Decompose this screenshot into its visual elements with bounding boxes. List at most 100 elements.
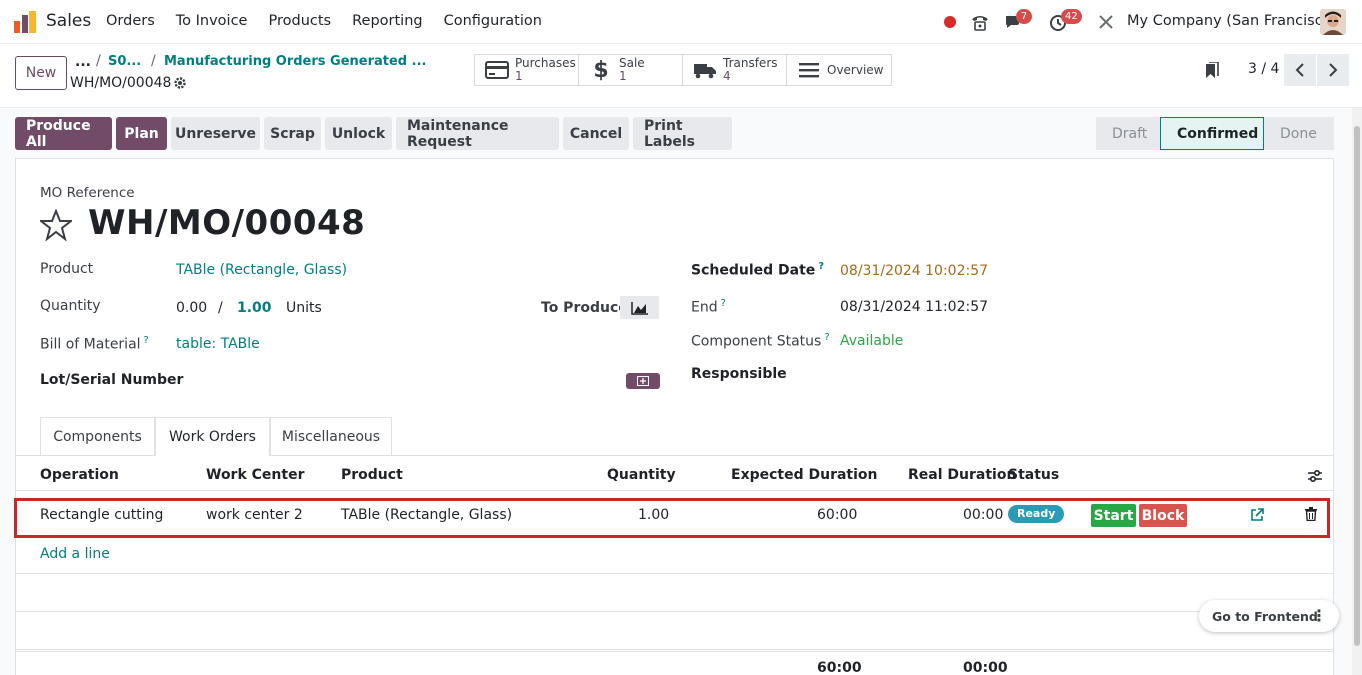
plus-square-icon: [637, 376, 649, 386]
stage-confirmed[interactable]: Confirmed: [1160, 117, 1264, 150]
kebab-menu-icon[interactable]: ⋮: [1311, 608, 1327, 624]
overview-smart-button[interactable]: Overview: [787, 55, 891, 85]
component-status-value: Available: [840, 333, 904, 349]
cancel-button[interactable]: Cancel: [563, 117, 629, 150]
column-status[interactable]: Status: [1008, 467, 1059, 483]
star-icon[interactable]: [40, 209, 72, 241]
scheduled-date-label: Scheduled Date?: [691, 261, 825, 279]
menu-products[interactable]: Products: [268, 13, 331, 29]
top-navbar: Sales Orders To Invoice Products Reporti…: [0, 0, 1362, 44]
company-switcher[interactable]: My Company (San Francisco): [1127, 13, 1337, 29]
form-sheet: MO Reference WH/MO/00048 Product TABle (…: [14, 158, 1334, 675]
new-button[interactable]: New: [15, 56, 67, 90]
tools-icon[interactable]: [1096, 12, 1116, 32]
breadcrumb-mo-list[interactable]: Manufacturing Orders Generated ...: [164, 54, 426, 69]
menu-reporting[interactable]: Reporting: [352, 13, 423, 29]
control-panel: New ... / S0... / Manufacturing Orders G…: [0, 44, 1362, 108]
responsible-label: Responsible: [691, 366, 787, 382]
scrap-button[interactable]: Scrap: [264, 117, 321, 150]
mo-title: WH/MO/00048: [88, 203, 366, 243]
activity-count-badge: 42: [1061, 9, 1082, 24]
app-name[interactable]: Sales: [46, 11, 91, 31]
block-button[interactable]: Block: [1139, 504, 1187, 527]
footer-divider: [16, 651, 1333, 652]
print-labels-button[interactable]: Print Labels: [633, 117, 732, 150]
row-work-center[interactable]: work center 2: [206, 507, 303, 523]
bookmark-icon[interactable]: [1205, 62, 1219, 80]
quantity-separator: /: [218, 300, 223, 316]
lot-serial-label: Lot/Serial Number: [40, 372, 184, 388]
gear-icon[interactable]: [173, 76, 187, 90]
sale-label: Sale: [619, 56, 645, 70]
row-quantity[interactable]: 1.00: [638, 507, 669, 523]
phone-icon[interactable]: [970, 12, 990, 32]
column-expected-duration[interactable]: Expected Duration: [731, 467, 878, 483]
main-menu: Orders To Invoice Products Reporting Con…: [106, 13, 563, 29]
add-line-link[interactable]: Add a line: [40, 546, 110, 562]
quantity-label: Quantity: [40, 298, 101, 314]
column-work-center[interactable]: Work Center: [206, 467, 304, 483]
column-operation[interactable]: Operation: [40, 467, 119, 483]
purchases-smart-button[interactable]: Purchases 1: [475, 55, 579, 85]
product-label: Product: [40, 261, 94, 277]
column-quantity[interactable]: Quantity: [607, 467, 676, 483]
tab-miscellaneous[interactable]: Miscellaneous: [270, 417, 392, 455]
row-expected-duration[interactable]: 60:00: [817, 507, 857, 523]
bom-label: Bill of Material?: [40, 335, 149, 353]
menu-to-invoice[interactable]: To Invoice: [176, 13, 248, 29]
scheduled-date-value[interactable]: 08/31/2024 10:02:57: [840, 263, 988, 279]
external-link-icon[interactable]: [1250, 508, 1264, 522]
unreserve-button[interactable]: Unreserve: [171, 117, 260, 150]
sales-app-icon[interactable]: [14, 11, 36, 33]
sale-count: 1: [619, 69, 627, 83]
produce-all-button[interactable]: Produce All: [15, 117, 112, 150]
column-product[interactable]: Product: [341, 467, 403, 483]
tab-work-orders[interactable]: Work Orders: [155, 417, 270, 456]
end-label: End?: [691, 298, 726, 316]
column-real-duration[interactable]: Real Duration: [908, 467, 1016, 483]
transfers-label: Transfers: [723, 56, 778, 70]
product-link[interactable]: TABle (Rectangle, Glass): [176, 262, 347, 278]
sale-smart-button[interactable]: $ Sale 1: [579, 55, 683, 85]
quantity-produced[interactable]: 0.00: [176, 300, 207, 316]
quantity-total[interactable]: 1.00: [237, 300, 272, 316]
chat-count-badge: 7: [1016, 9, 1032, 24]
pager-value[interactable]: 3 / 4: [1248, 61, 1279, 77]
transfers-count: 4: [723, 69, 731, 83]
chevron-right-icon: [1329, 63, 1338, 77]
maintenance-request-button[interactable]: Maintenance Request: [396, 117, 559, 150]
breadcrumb-sale-order[interactable]: S0...: [108, 54, 141, 69]
end-date-value[interactable]: 08/31/2024 11:02:57: [840, 299, 988, 315]
start-button[interactable]: Start: [1091, 504, 1136, 527]
bom-link[interactable]: table: TABle: [176, 336, 260, 352]
row-divider: [16, 649, 1333, 650]
trash-icon[interactable]: [1305, 507, 1317, 521]
stage-done[interactable]: Done: [1264, 117, 1334, 150]
add-lot-button[interactable]: [626, 373, 660, 389]
menu-orders[interactable]: Orders: [106, 13, 155, 29]
status-badge: Ready: [1008, 505, 1065, 523]
tab-components[interactable]: Components: [40, 417, 155, 455]
pager-previous-button[interactable]: [1284, 54, 1316, 86]
row-operation[interactable]: Rectangle cutting: [40, 507, 163, 523]
optional-columns-toggle-icon[interactable]: [1307, 468, 1323, 484]
user-avatar[interactable]: [1320, 9, 1346, 35]
unlock-button[interactable]: Unlock: [325, 117, 392, 150]
plan-button[interactable]: Plan: [116, 117, 167, 150]
row-product[interactable]: TABle (Rectangle, Glass): [341, 507, 512, 523]
forecast-chart-button[interactable]: [620, 296, 659, 319]
stage-draft[interactable]: Draft: [1096, 117, 1160, 150]
go-to-frontend-button[interactable]: Go to Frontend ⋮: [1199, 600, 1339, 632]
pager-next-button[interactable]: [1317, 54, 1349, 86]
breadcrumb-separator: /: [96, 53, 101, 69]
scrollbar-thumb[interactable]: [1354, 126, 1360, 646]
bars-icon: [797, 59, 821, 81]
menu-configuration[interactable]: Configuration: [444, 13, 542, 29]
breadcrumb-ellipsis[interactable]: ...: [75, 54, 91, 70]
page-scrollbar[interactable]: [1352, 108, 1362, 675]
row-real-duration[interactable]: 00:00: [963, 507, 1003, 523]
overview-label: Overview: [827, 62, 884, 77]
breadcrumb-separator: /: [151, 53, 156, 69]
transfers-smart-button[interactable]: Transfers 4: [683, 55, 787, 85]
recording-indicator-icon[interactable]: [944, 16, 956, 28]
